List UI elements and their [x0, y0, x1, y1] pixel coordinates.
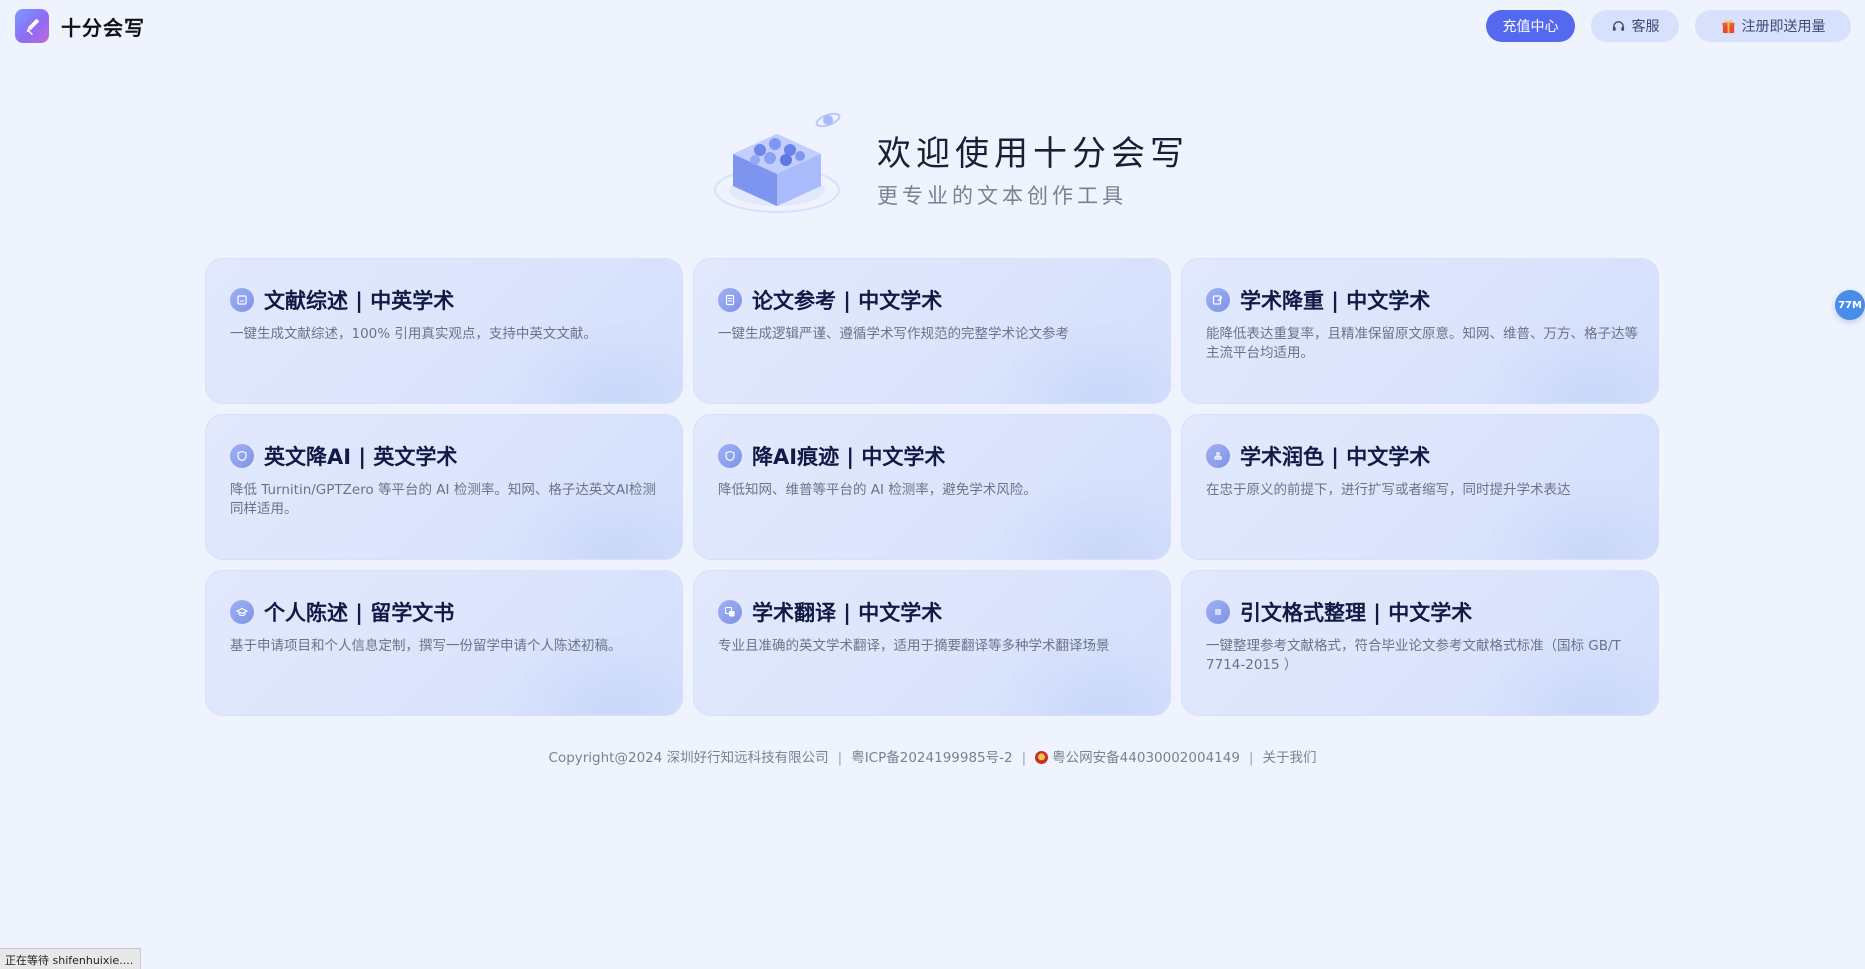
brand-name: 十分会写 — [61, 15, 145, 40]
shield-icon — [718, 444, 742, 468]
register-bonus-button[interactable]: 注册即送用量 — [1695, 10, 1851, 42]
icp-link[interactable]: 粤ICP备2024199985号-2 — [851, 750, 1012, 766]
card-literature-review[interactable]: 文献综述 | 中英学术 一键生成文献综述，100% 引用真实观点，支持中英文文献… — [205, 258, 683, 404]
card-title: 学术翻译 | 中文学术 — [752, 601, 943, 625]
card-description: 一键生成逻辑严谨、遵循学术写作规范的完整学术论文参考 — [718, 326, 1069, 342]
headset-icon — [1611, 19, 1626, 34]
hero-subtitle: 更专业的文本创作工具 — [877, 184, 1127, 208]
browser-status-bar: 正在等待 shifenhuixie.... — [0, 948, 141, 969]
recharge-button[interactable]: 充值中心 — [1486, 10, 1575, 42]
footer-separator: | — [837, 750, 843, 766]
edit-icon — [1206, 288, 1230, 312]
customer-service-label: 客服 — [1631, 18, 1660, 34]
card-english-reduce-ai[interactable]: 英文降AI | 英文学术 降低 Turnitin/GPTZero 等平台的 AI… — [205, 414, 683, 560]
customer-service-button[interactable]: 客服 — [1591, 10, 1679, 42]
hero-title: 欢迎使用十分会写 — [877, 134, 1189, 174]
list-icon — [1206, 600, 1230, 624]
card-academic-dedup[interactable]: 学术降重 | 中文学术 能降低表达重复率，且精准保留原文原意。知网、维普、万方、… — [1181, 258, 1659, 404]
card-title: 降AI痕迹 | 中文学术 — [752, 445, 946, 469]
card-reduce-ai-traces[interactable]: 降AI痕迹 | 中文学术 降低知网、维普等平台的 AI 检测率，避免学术风险。 — [693, 414, 1171, 560]
card-paper-reference[interactable]: 论文参考 | 中文学术 一键生成逻辑严谨、遵循学术写作规范的完整学术论文参考 — [693, 258, 1171, 404]
card-description: 在忠于原义的前提下，进行扩写或者缩写，同时提升学术表达 — [1206, 482, 1571, 498]
card-title: 个人陈述 | 留学文书 — [264, 601, 455, 625]
footer-separator: | — [1248, 750, 1254, 766]
shield-icon — [230, 444, 254, 468]
police-badge-icon — [1035, 751, 1049, 764]
card-description: 一键生成文献综述，100% 引用真实观点，支持中英文文献。 — [230, 326, 597, 342]
about-us-link[interactable]: 关于我们 — [1262, 750, 1316, 766]
cube-illustration-icon — [700, 104, 850, 230]
card-title: 文献综述 | 中英学术 — [264, 289, 455, 313]
top-header: 十分会写 充值中心 客服 注册即送用量 — [0, 0, 1865, 52]
card-description: 一键整理参考文献格式，符合毕业论文参考文献格式标准（国标 GB/T 7714-2… — [1206, 638, 1621, 673]
recharge-label: 充值中心 — [1502, 18, 1559, 34]
footer-separator: | — [1021, 750, 1027, 766]
card-title: 论文参考 | 中文学术 — [752, 289, 943, 313]
footer: Copyright@2024 深圳好行知远科技有限公司 | 粤ICP备2024199… — [0, 746, 1865, 766]
card-citation-format[interactable]: 引文格式整理 | 中文学术 一键整理参考文献格式，符合毕业论文参考文献格式标准（… — [1181, 570, 1659, 716]
book-icon — [230, 288, 254, 312]
gift-icon — [1721, 19, 1736, 34]
card-description: 基于申请项目和个人信息定制，撰写一份留学申请个人陈述初稿。 — [230, 638, 622, 654]
copyright-text: Copyright@2024 深圳好行知远科技有限公司 — [548, 750, 829, 766]
pen-logo-icon — [15, 9, 49, 43]
document-icon — [718, 288, 742, 312]
card-title: 引文格式整理 | 中文学术 — [1240, 601, 1473, 625]
card-personal-statement[interactable]: 个人陈述 | 留学文书 基于申请项目和个人信息定制，撰写一份留学申请个人陈述初稿… — [205, 570, 683, 716]
card-title: 学术润色 | 中文学术 — [1240, 445, 1431, 469]
brush-icon — [1206, 444, 1230, 468]
header-actions: 充值中心 客服 注册即送用量 — [1486, 10, 1851, 42]
translate-icon — [718, 600, 742, 624]
card-academic-translation[interactable]: 学术翻译 | 中文学术 专业且准确的英文学术翻译，适用于摘要翻译等多种学术翻译场… — [693, 570, 1171, 716]
card-description: 降低知网、维普等平台的 AI 检测率，避免学术风险。 — [718, 482, 1037, 498]
card-description: 专业且准确的英文学术翻译，适用于摘要翻译等多种学术翻译场景 — [718, 638, 1110, 654]
card-academic-polish[interactable]: 学术润色 | 中文学术 在忠于原义的前提下，进行扩写或者缩写，同时提升学术表达 — [1181, 414, 1659, 560]
graduation-cap-icon — [230, 600, 254, 624]
feature-grid: 文献综述 | 中英学术 一键生成文献综述，100% 引用真实观点，支持中英文文献… — [205, 258, 1661, 716]
police-record-link[interactable]: 粤公网安备44030002004149 — [1052, 750, 1240, 766]
register-bonus-label: 注册即送用量 — [1741, 18, 1826, 34]
floating-memory-badge[interactable]: 77M — [1835, 290, 1865, 320]
card-title: 学术降重 | 中文学术 — [1240, 289, 1431, 313]
brand[interactable]: 十分会写 — [15, 9, 145, 43]
hero-section: 欢迎使用十分会写 更专业的文本创作工具 — [700, 98, 1184, 230]
card-description: 降低 Turnitin/GPTZero 等平台的 AI 检测率。知网、格子达英文… — [230, 482, 657, 517]
card-description: 能降低表达重复率，且精准保留原文原意。知网、维普、万方、格子达等主流平台均适用。 — [1206, 326, 1638, 361]
card-title: 英文降AI | 英文学术 — [264, 445, 458, 469]
